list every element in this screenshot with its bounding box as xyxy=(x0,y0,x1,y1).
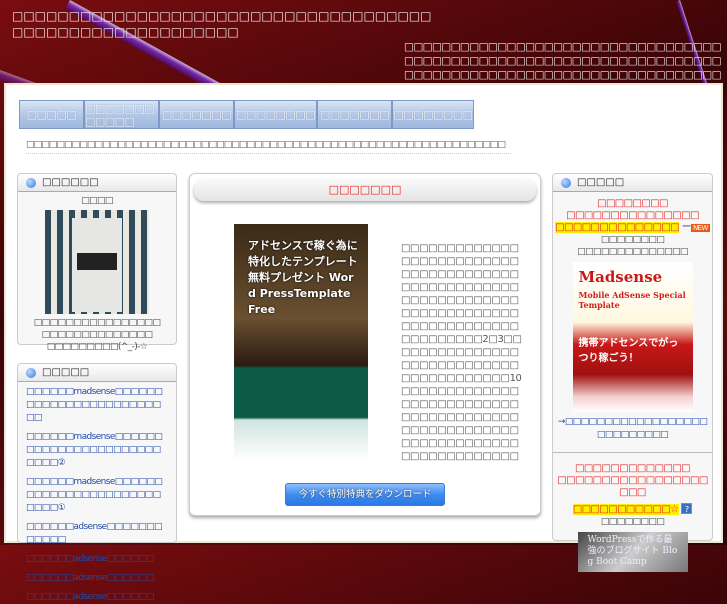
nav-item[interactable]: □□□□□□□ xyxy=(317,100,392,129)
profile-caption: □□□□ xyxy=(81,196,113,206)
product-subtitle: Mobile AdSense Special Template xyxy=(578,290,686,310)
nav-item[interactable]: □□□□□□□□ xyxy=(392,100,474,129)
blog-boot-camp-image[interactable]: WordPressで作る最強のブログサイト Blog Boot Camp xyxy=(577,532,688,572)
promo-sub: □□□□□□□□ xyxy=(600,235,665,245)
promo-highlight: □□□□□□□□□□□☆ xyxy=(572,504,679,515)
product-image-label: アドセンスで稼ぐ為に特化したテンプレート 無料プレゼント Word PressT… xyxy=(248,239,358,316)
recent-post-link[interactable]: □□□□□□adsense□□□□□□□□□□□□ xyxy=(26,521,168,547)
promo-header: □□□□□□□ xyxy=(194,179,536,201)
nav-item[interactable]: □□□□□□□□□□□□ xyxy=(84,100,159,129)
product-tagline: 携帯アドセンスでがっつり稼ごう！ xyxy=(578,338,679,364)
recent-posts-widget: □□□□□ □□□□□□madsense□□□□□□□□□□□□□□□□□□□□… xyxy=(17,363,177,602)
main-nav: □□□□□ □□□□□□□□□□□□ □□□□□□□ □□□□□□□□ □□□□… xyxy=(19,100,474,129)
help-icon[interactable]: ? xyxy=(681,503,693,514)
madsense-product-image[interactable]: Madsense Mobile AdSense Special Template… xyxy=(572,262,693,412)
nav-item[interactable]: □□□□□□□ xyxy=(159,100,234,129)
breadcrumb: □□□□□□□□□□□□□□□□□□□□□□□□□□□□□□□□□□□□□□□□… xyxy=(26,140,511,154)
recent-post-link[interactable]: □□□□□□madsense□□□□□□□□□□□□□□□□□□□□□□□□□□… xyxy=(26,431,168,470)
recent-post-link[interactable]: □□□□□□madsense□□□□□□□□□□□□□□□□□□□□□□□□□□… xyxy=(26,476,168,515)
profile-line: □□□□□□□□□(^_-)-☆ xyxy=(46,342,148,352)
nav-item[interactable]: □□□□□ xyxy=(19,100,84,129)
bullet-icon xyxy=(561,177,571,188)
promo-heading: □□□□□□□□□□□□□□□ xyxy=(566,210,699,221)
promo-heading: □□□□□□□□□□□□□ xyxy=(574,463,691,474)
widget-title: □□□□□ xyxy=(577,177,625,188)
profile-line: □□□□□□□□□□□□□□ xyxy=(41,330,153,340)
promo-heading: □□□□□□□□ xyxy=(597,198,668,209)
bullet-icon xyxy=(26,367,36,378)
promo-panel: □□□□□□□ アドセンスで稼ぐ為に特化したテンプレート 無料プレゼント Wor… xyxy=(189,173,541,516)
recent-post-link[interactable]: □□□□□□adsense□□□□□□ xyxy=(26,572,168,585)
profile-photo xyxy=(45,210,149,314)
product-box-image: アドセンスで稼ぐ為に特化したテンプレート 無料プレゼント Word PressT… xyxy=(234,224,368,460)
widget-title: □□□□□□ xyxy=(42,177,99,188)
recent-post-link[interactable]: □□□□□□adsense□□□□□□ xyxy=(26,591,168,604)
site-title[interactable]: □□□□□□□□□□□□□□□□□□□□□□□□□□□□□□□□□□□□□□□□… xyxy=(12,8,442,40)
madsense-link[interactable]: →□□□□□□□□□□□□□□□□□□□□□□□□□□□ xyxy=(557,416,708,442)
profile-widget: □□□□□□ □□□□ □□□□□□□□□□□□□□□□ □□□□□□□□□□□… xyxy=(17,173,177,352)
content-wrapper: □□□□□ □□□□□□□□□□□□ □□□□□□□ □□□□□□□□ □□□□… xyxy=(4,83,723,602)
widget-title: □□□□□ xyxy=(42,367,90,378)
promo-highlight: □□□□□□□□□□□□□□ xyxy=(555,222,680,233)
new-badge: NEW xyxy=(691,224,710,232)
promo-description: □□□□□□□□□□□□□□□□□□□□□□□□□□□□□□□□□□□□□□□□… xyxy=(401,243,522,462)
promo-heading: □□□□□□□□□□□□□□□□□□□□ xyxy=(557,475,708,498)
download-button[interactable]: 今すぐ特別特典をダウンロード xyxy=(285,483,445,506)
profile-line: □□□□□□□□□□□□□□□□ xyxy=(33,318,161,328)
recent-post-link[interactable]: □□□□□□madsense□□□□□□□□□□□□□□□□□□□□□□□□□ xyxy=(26,386,168,425)
nav-item[interactable]: □□□□□□□□ xyxy=(234,100,317,129)
product-name: Madsense xyxy=(578,268,663,286)
promo-sub: □□□□□□□□□□□□□□ xyxy=(577,247,688,257)
recent-post-link[interactable]: □□□□□□adsense□□□□□□ xyxy=(26,553,168,566)
recommend-widget: □□□□□ □□□□□□□□ □□□□□□□□□□□□□□□ □□□□□□□□□… xyxy=(552,173,713,572)
promo-sub: □□□□□□□□ xyxy=(600,517,665,527)
bullet-icon xyxy=(26,177,36,188)
